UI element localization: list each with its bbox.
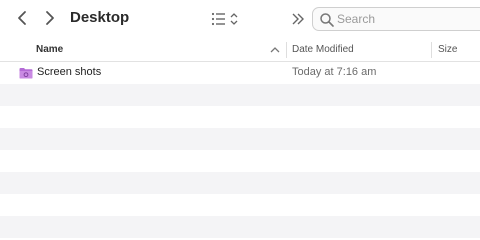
toolbar: Desktop [0, 0, 480, 38]
search-icon [320, 13, 334, 27]
file-date-modified: Today at 7:16 am [292, 66, 377, 78]
sort-ascending-icon[interactable] [270, 46, 280, 54]
empty-row [0, 216, 480, 238]
search-field[interactable] [312, 7, 480, 31]
forward-button[interactable] [40, 9, 58, 27]
chevron-right-icon [46, 11, 54, 25]
file-list: Screen shots Today at 7:16 am [0, 62, 480, 240]
view-options-button[interactable] [210, 10, 242, 28]
list-item[interactable]: Screen shots Today at 7:16 am [0, 62, 480, 84]
list-view-icon [211, 12, 238, 26]
window-title: Desktop [70, 9, 130, 26]
folder-icon [19, 68, 33, 79]
empty-row [0, 172, 480, 194]
column-header-name[interactable]: Name [36, 38, 63, 61]
column-header-size[interactable]: Size [438, 38, 457, 61]
search-input[interactable] [337, 10, 477, 28]
column-divider[interactable] [286, 42, 287, 58]
column-header-date-modified[interactable]: Date Modified [292, 38, 354, 61]
column-header-bar: Name Date Modified Size [0, 38, 480, 62]
empty-row [0, 106, 480, 128]
back-button[interactable] [14, 9, 32, 27]
empty-row [0, 194, 480, 216]
empty-row [0, 128, 480, 150]
empty-row [0, 150, 480, 172]
double-chevron-right-icon [292, 13, 304, 25]
empty-row [0, 84, 480, 106]
chevron-left-icon [18, 11, 26, 25]
toolbar-overflow-button[interactable] [290, 11, 306, 27]
column-divider[interactable] [431, 42, 432, 58]
file-name: Screen shots [37, 66, 102, 78]
